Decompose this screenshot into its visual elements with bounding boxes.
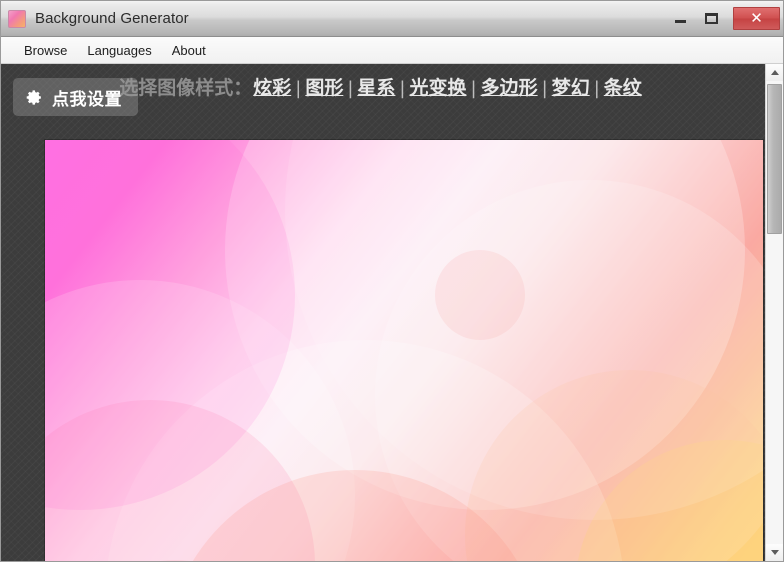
style-link-xingxi[interactable]: 星系 bbox=[356, 77, 396, 99]
window-title: Background Generator bbox=[35, 10, 189, 27]
content-area: 选择图像样式：炫彩 | 图形 | 星系 | 光变换 | 多边形 | 梦幻 | 条纹 点我设置 bbox=[1, 64, 783, 561]
menu-languages[interactable]: Languages bbox=[77, 40, 161, 61]
style-selector-label: 选择图像样式： bbox=[119, 77, 253, 99]
style-link-tiaowen[interactable]: 条纹 bbox=[603, 77, 643, 99]
image-preview[interactable]: dongpow. com bbox=[45, 140, 763, 561]
menu-bar: Browse Languages About bbox=[1, 37, 783, 64]
settings-button-label: 点我设置 bbox=[52, 89, 122, 110]
minimize-button[interactable] bbox=[665, 7, 696, 29]
maximize-icon bbox=[705, 12, 718, 24]
scrollbar-thumb[interactable] bbox=[767, 84, 782, 234]
style-separator: | bbox=[541, 78, 548, 99]
generated-background-image bbox=[45, 140, 763, 561]
style-separator: | bbox=[347, 78, 354, 99]
maximize-button[interactable] bbox=[696, 7, 727, 29]
minimize-icon bbox=[675, 20, 686, 23]
style-link-menghuan[interactable]: 梦幻 bbox=[551, 77, 591, 99]
menu-browse[interactable]: Browse bbox=[14, 40, 77, 61]
window-controls: ✕ bbox=[665, 3, 780, 33]
style-separator: | bbox=[295, 78, 302, 99]
style-separator: | bbox=[470, 78, 477, 99]
style-link-tuxing[interactable]: 图形 bbox=[304, 77, 344, 99]
style-separator: | bbox=[399, 78, 406, 99]
style-separator: | bbox=[593, 78, 600, 99]
vertical-scrollbar[interactable] bbox=[765, 64, 783, 561]
chevron-down-icon bbox=[770, 550, 779, 555]
scrollbar-track[interactable] bbox=[766, 81, 783, 544]
chevron-up-icon bbox=[770, 70, 779, 75]
style-link-duobianxing[interactable]: 多边形 bbox=[480, 77, 539, 99]
style-link-guangbianhuan[interactable]: 光变换 bbox=[409, 77, 468, 99]
menu-about[interactable]: About bbox=[162, 40, 216, 61]
application-window: Background Generator ✕ Browse Languages … bbox=[0, 0, 784, 562]
close-button[interactable]: ✕ bbox=[733, 6, 780, 30]
style-link-xuancai[interactable]: 炫彩 bbox=[252, 77, 292, 99]
title-bar: Background Generator ✕ bbox=[1, 1, 783, 37]
scroll-down-button[interactable] bbox=[766, 544, 783, 561]
app-icon bbox=[8, 9, 26, 28]
scroll-up-button[interactable] bbox=[766, 64, 783, 81]
gear-icon bbox=[26, 89, 41, 105]
settings-button[interactable]: 点我设置 bbox=[13, 78, 138, 116]
